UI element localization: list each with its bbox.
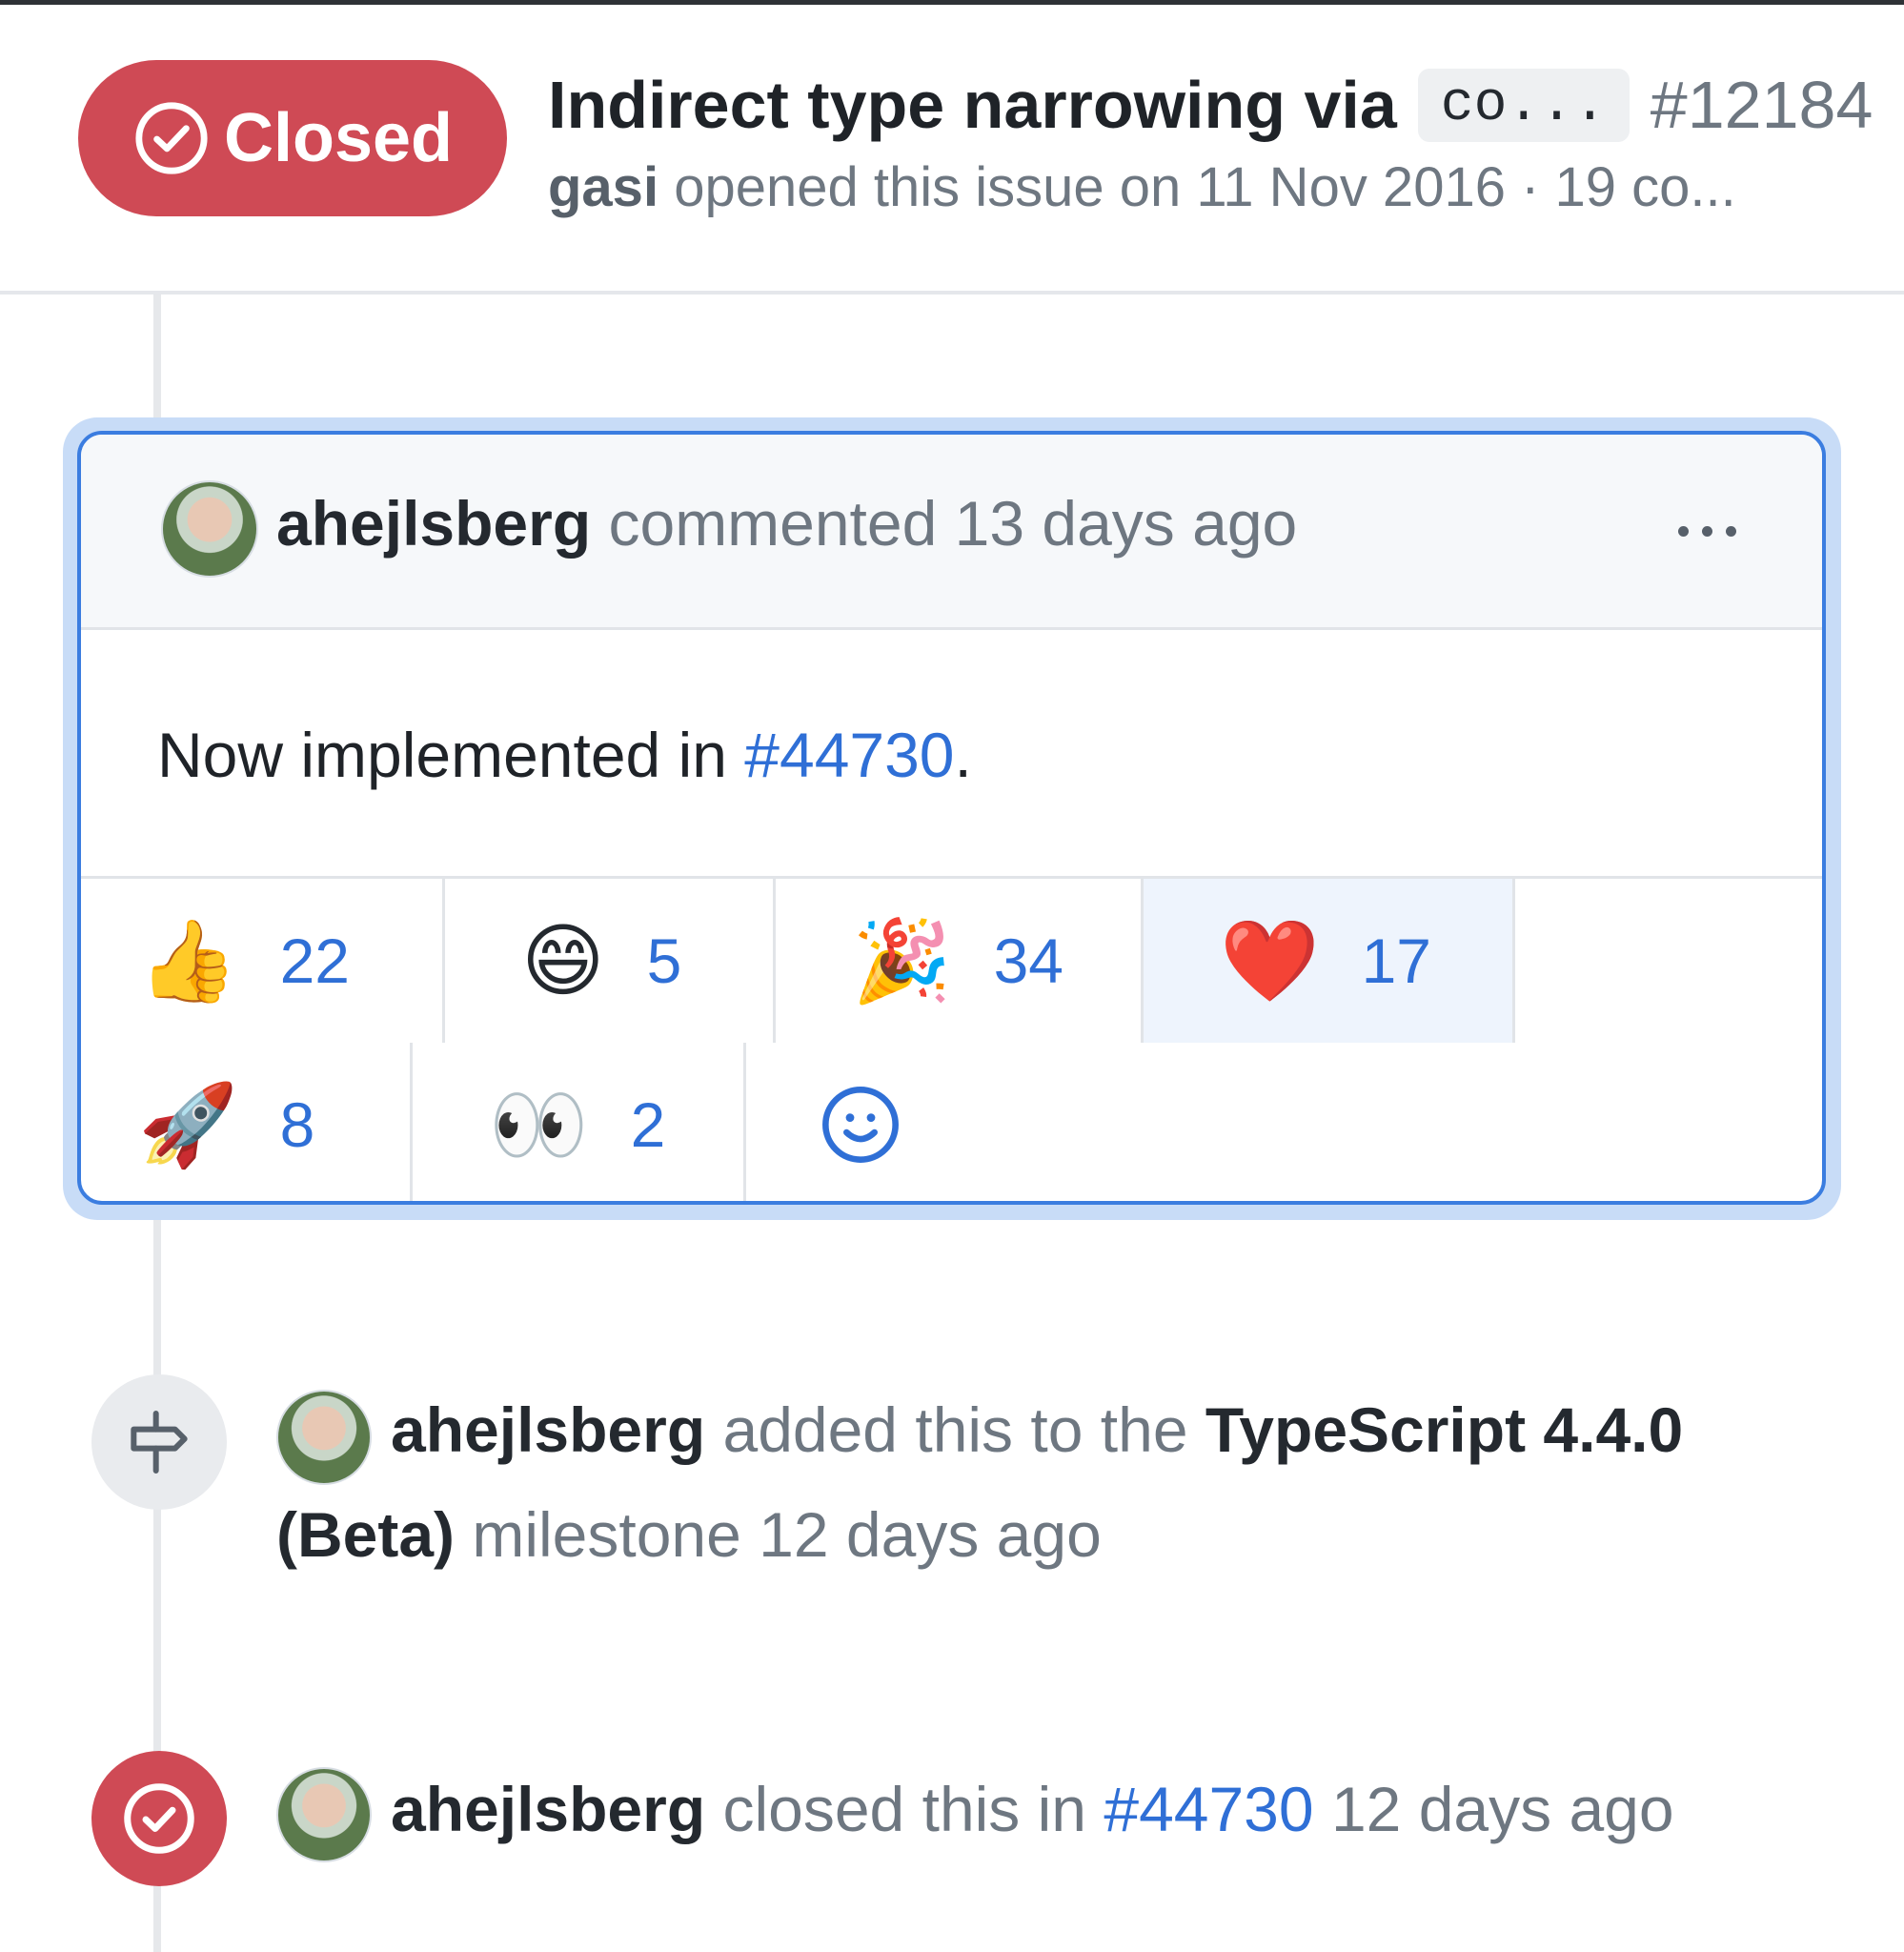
reaction-rocket[interactable]: 🚀 8 — [81, 1043, 413, 1201]
kebab-dot-icon — [1678, 526, 1689, 537]
milestone-event-text: ahejlsberg added this to the TypeScript … — [276, 1377, 1801, 1587]
issue-title-code: co... — [1417, 68, 1630, 142]
reaction-count: 34 — [993, 925, 1064, 996]
issue-number: #12184 — [1650, 68, 1874, 142]
issue-title-row: Indirect type narrowing via co... #12184 — [548, 57, 1873, 152]
comment-author-link[interactable]: ahejlsberg — [276, 488, 591, 559]
comment-body-suffix: . — [954, 720, 972, 790]
eyes-icon: 👀 — [489, 1078, 589, 1171]
hooray-icon: 🎉 — [852, 914, 952, 1007]
reaction-laugh[interactable]: 😄 5 — [445, 879, 776, 1043]
issue-title: Indirect type narrowing via — [548, 68, 1397, 142]
avatar[interactable] — [161, 480, 258, 578]
heart-icon: ❤️ — [1220, 914, 1320, 1007]
add-reaction-button[interactable] — [746, 1043, 937, 1201]
issue-meta: gasi opened this issue on 11 Nov 2016 · … — [548, 155, 1736, 219]
opened-by-link[interactable]: gasi — [548, 156, 658, 218]
pr-link[interactable]: #44730 — [744, 720, 954, 790]
comment-card: ahejlsberg commented 13 days ago Now imp… — [77, 431, 1826, 1205]
reaction-count: 5 — [646, 925, 682, 996]
reaction-thumbs-up[interactable]: 👍 22 — [81, 879, 445, 1043]
kebab-dot-icon — [1726, 526, 1736, 537]
event-action: closed this in — [722, 1774, 1087, 1844]
issue-header: Closed Indirect type narrowing via co...… — [0, 5, 1904, 295]
reaction-hooray[interactable]: 🎉 34 — [776, 879, 1144, 1043]
check-circle-icon — [135, 102, 208, 174]
comment-body: Now implemented in #44730. — [157, 719, 972, 791]
closed-event-text: ahejlsberg closed this in #44730 12 days… — [276, 1757, 1674, 1861]
milestone-icon — [131, 1411, 188, 1474]
comment-action: commented 13 days ago — [608, 488, 1298, 559]
thumbs-up-icon: 👍 — [138, 914, 238, 1007]
event-suffix: 12 days ago — [1330, 1774, 1674, 1844]
event-suffix: milestone 12 days ago — [472, 1499, 1102, 1570]
reactions-bar: 👍 22 😄 5 🎉 34 ❤️ 17 🚀 8 👀 2 — [81, 876, 1822, 1201]
opened-text: opened this issue on 11 Nov 2016 · 19 co… — [674, 156, 1736, 218]
reaction-heart[interactable]: ❤️ 17 — [1144, 879, 1515, 1043]
milestone-event-badge — [91, 1374, 227, 1510]
reaction-count: 17 — [1361, 925, 1432, 996]
reaction-count: 8 — [279, 1089, 315, 1160]
event-action: added this to the — [722, 1394, 1188, 1465]
reaction-eyes[interactable]: 👀 2 — [413, 1043, 746, 1201]
more-options-button[interactable] — [1678, 526, 1736, 537]
rocket-icon: 🚀 — [138, 1078, 238, 1171]
state-label: Closed — [223, 100, 454, 176]
kebab-dot-icon — [1702, 526, 1712, 537]
smiley-icon — [822, 1087, 899, 1163]
closed-event-badge — [91, 1751, 227, 1886]
laugh-icon: 😄 — [521, 914, 605, 1007]
comment-body-text: Now implemented in — [157, 720, 727, 790]
comment-header: ahejlsberg commented 13 days ago — [81, 435, 1822, 630]
event-author-link[interactable]: ahejlsberg — [391, 1774, 705, 1844]
reaction-count: 22 — [279, 925, 351, 996]
closed-state-badge: Closed — [78, 60, 507, 216]
check-circle-icon — [124, 1783, 194, 1854]
comment-header-text: ahejlsberg commented 13 days ago — [276, 487, 1297, 559]
pr-link[interactable]: #44730 — [1104, 1774, 1313, 1844]
reaction-count: 2 — [630, 1089, 666, 1160]
event-author-link[interactable]: ahejlsberg — [391, 1394, 705, 1465]
